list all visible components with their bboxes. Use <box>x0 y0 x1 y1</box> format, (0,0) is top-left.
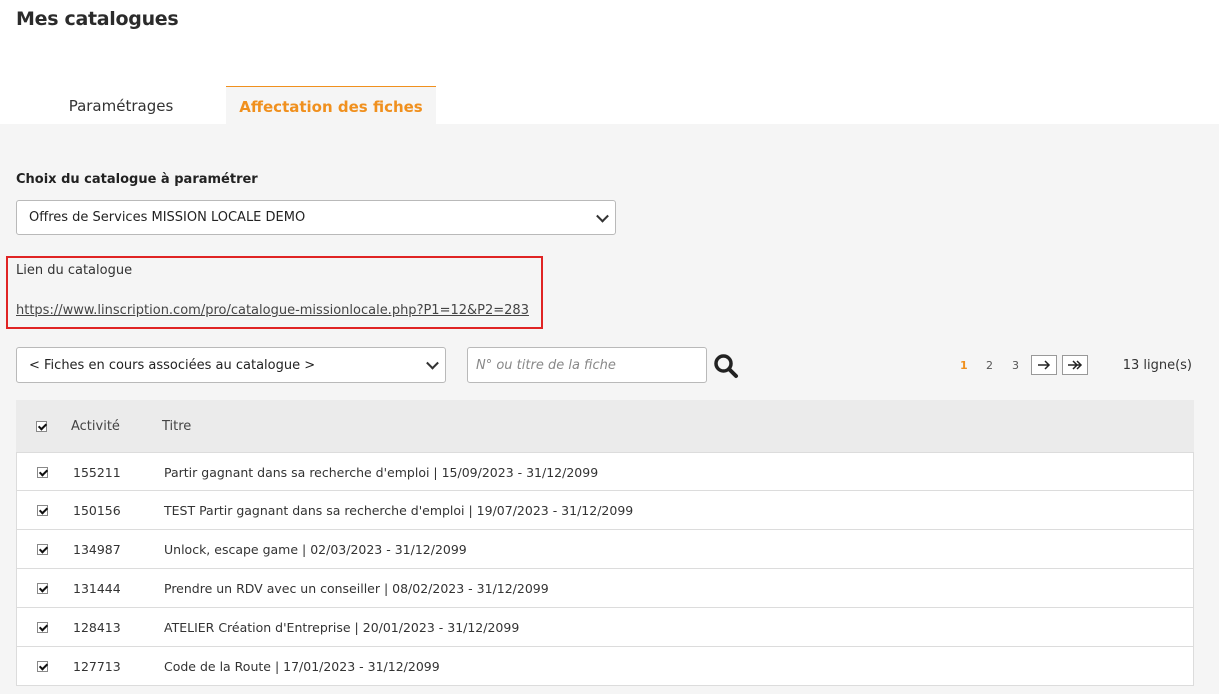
chevron-down-icon <box>596 209 609 223</box>
table-row: 134987 Unlock, escape game | 02/03/2023 … <box>16 530 1194 569</box>
fiches-table: Activité Titre 155211 Partir gagnant dan… <box>16 400 1194 686</box>
row-activity-id: 131444 <box>73 581 121 596</box>
page-title: Mes catalogues <box>16 8 179 30</box>
row-title: Unlock, escape game | 02/03/2023 - 31/12… <box>164 542 467 557</box>
table-row: 127713 Code de la Route | 17/01/2023 - 3… <box>16 647 1194 686</box>
catalogue-link-url[interactable]: https://www.linscription.com/pro/catalog… <box>16 303 529 318</box>
table-row: 131444 Prendre un RDV avec un conseiller… <box>16 569 1194 608</box>
table-row: 150156 TEST Partir gagnant dans sa reche… <box>16 491 1194 530</box>
row-checkbox[interactable] <box>37 467 48 478</box>
double-arrow-right-icon <box>1068 360 1083 370</box>
row-checkbox[interactable] <box>37 505 48 516</box>
tab-parametrages[interactable]: Paramétrages <box>16 86 226 124</box>
catalogue-link-label: Lien du catalogue <box>16 263 133 278</box>
last-page-button[interactable] <box>1062 355 1088 375</box>
search-icon[interactable] <box>713 353 739 379</box>
row-title: Prendre un RDV avec un conseiller | 08/0… <box>164 581 549 596</box>
page-link-2[interactable]: 2 <box>986 355 993 377</box>
row-checkbox[interactable] <box>37 661 48 672</box>
arrow-right-icon <box>1038 360 1051 370</box>
page-link-1[interactable]: 1 <box>960 355 968 377</box>
row-checkbox[interactable] <box>37 544 48 555</box>
row-title: ATELIER Création d'Entreprise | 20/01/20… <box>164 620 520 635</box>
row-title: Code de la Route | 17/01/2023 - 31/12/20… <box>164 659 440 674</box>
row-checkbox[interactable] <box>37 583 48 594</box>
row-activity-id: 150156 <box>73 503 121 518</box>
tab-affectation-des-fiches[interactable]: Affectation des fiches <box>226 86 436 125</box>
row-activity-id: 155211 <box>73 465 121 480</box>
row-activity-id: 134987 <box>73 542 121 557</box>
row-activity-id: 128413 <box>73 620 121 635</box>
fiches-filter-select[interactable]: < Fiches en cours associées au catalogue… <box>16 347 446 383</box>
table-header: Activité Titre <box>16 400 1194 452</box>
next-page-button[interactable] <box>1031 355 1057 375</box>
column-header-activite: Activité <box>71 419 120 434</box>
tab-bar: Paramétrages Affectation des fiches <box>0 86 1219 125</box>
row-title: Partir gagnant dans sa recherche d'emplo… <box>164 465 599 480</box>
row-count: 13 ligne(s) <box>1122 358 1192 373</box>
chevron-down-icon <box>426 356 439 370</box>
row-title: TEST Partir gagnant dans sa recherche d'… <box>164 503 634 518</box>
catalogue-select[interactable]: Offres de Services MISSION LOCALE DEMO <box>16 200 616 235</box>
table-body: 155211 Partir gagnant dans sa recherche … <box>16 452 1194 686</box>
select-all-checkbox[interactable] <box>36 421 47 432</box>
row-activity-id: 127713 <box>73 659 121 674</box>
column-header-titre: Titre <box>162 419 192 434</box>
row-checkbox[interactable] <box>37 622 48 633</box>
table-row: 128413 ATELIER Création d'Entreprise | 2… <box>16 608 1194 647</box>
table-row: 155211 Partir gagnant dans sa recherche … <box>16 452 1194 491</box>
page-link-3[interactable]: 3 <box>1012 355 1019 377</box>
search-input[interactable] <box>467 347 707 383</box>
catalogue-select-value: Offres de Services MISSION LOCALE DEMO <box>29 210 306 225</box>
fiches-filter-value: < Fiches en cours associées au catalogue… <box>29 357 316 373</box>
catalogue-select-label: Choix du catalogue à paramétrer <box>16 172 258 187</box>
